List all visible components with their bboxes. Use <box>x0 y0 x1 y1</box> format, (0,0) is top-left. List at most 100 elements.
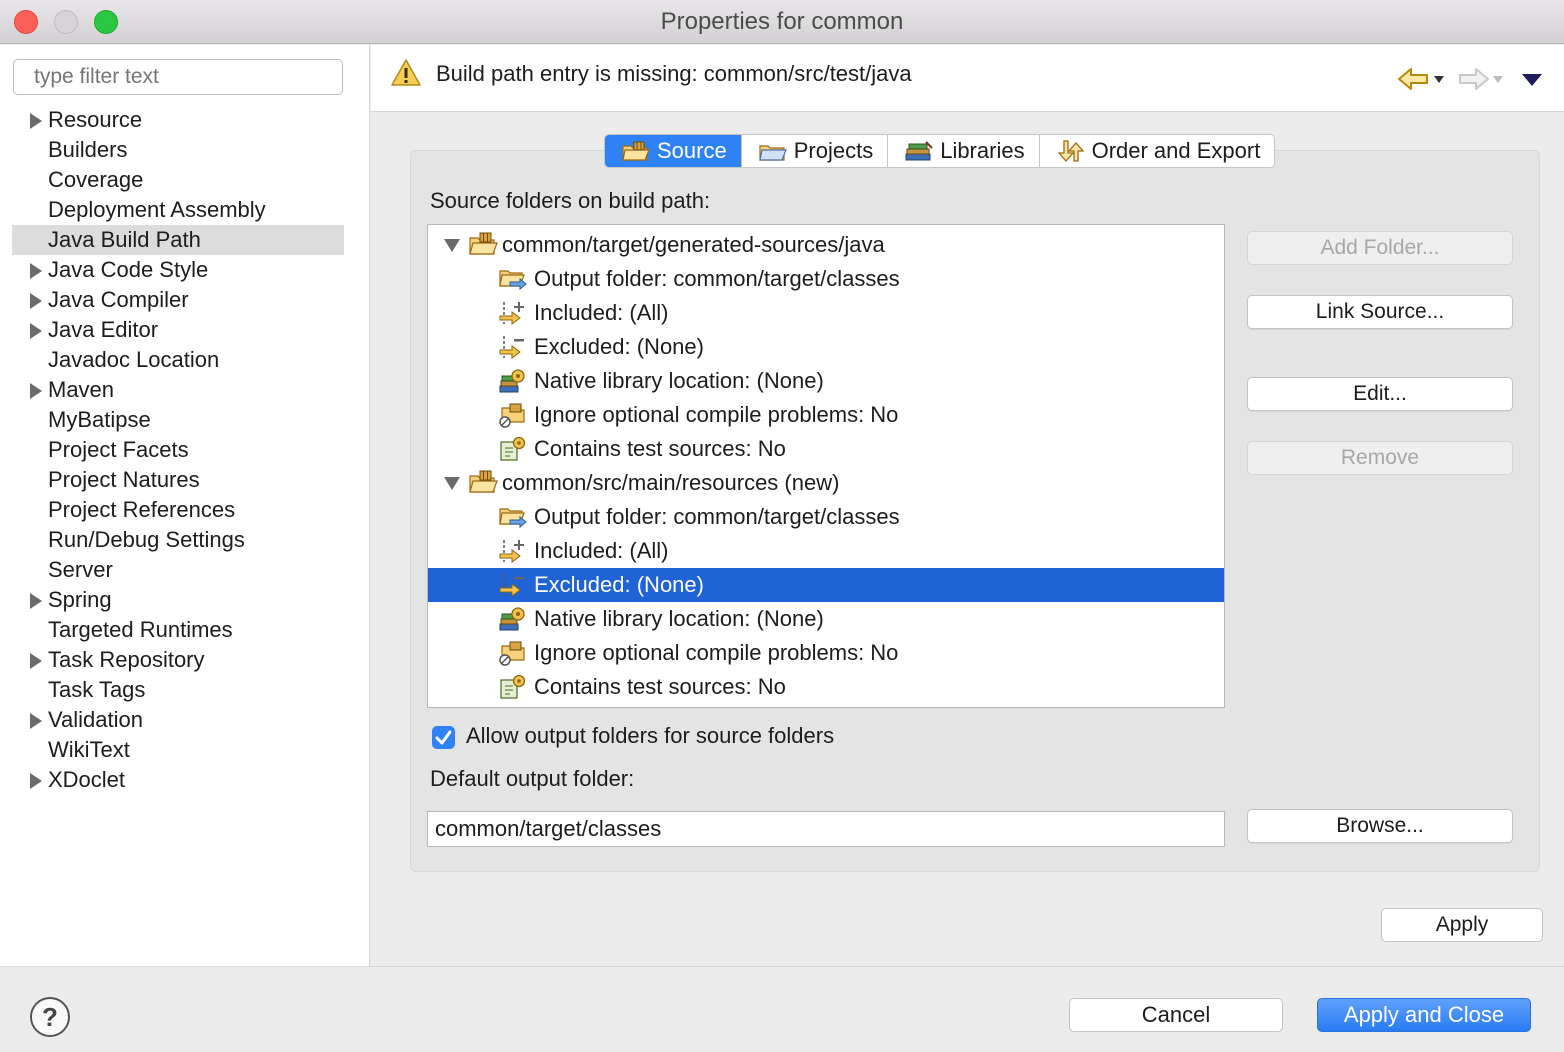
tree-attribute-row[interactable]: Contains test sources: No <box>428 432 1224 466</box>
sidebar-item[interactable]: Java Build Path <box>12 225 344 255</box>
tab-order-export-label: Order and Export <box>1091 138 1261 163</box>
tree-attribute-label: Contains test sources: No <box>534 436 786 461</box>
tree-attribute-row[interactable]: Native library location: (None) <box>428 364 1224 398</box>
tree-attribute-row[interactable]: Native library location: (None) <box>428 602 1224 636</box>
sidebar-item[interactable]: Coverage <box>12 165 344 195</box>
expand-triangle-icon[interactable] <box>30 113 42 129</box>
sidebar-item[interactable]: Resource <box>12 105 344 135</box>
expand-triangle-icon[interactable] <box>30 713 42 729</box>
tree-folder-row[interactable]: common/src/main/resources (new) <box>428 466 1224 500</box>
sidebar-item[interactable]: Project Facets <box>12 435 344 465</box>
tree-folder-row[interactable]: common/target/generated-sources/java <box>428 228 1224 262</box>
apply-button[interactable]: Apply <box>1381 908 1543 942</box>
tab-bar: Source Projects Libraries Order and Expo… <box>604 134 1276 168</box>
tree-attribute-row[interactable]: Ignore optional compile problems: No <box>428 398 1224 432</box>
tree-attribute-label: Excluded: (None) <box>534 334 704 359</box>
edit-button[interactable]: Edit... <box>1247 377 1513 411</box>
tree-attribute-row[interactable]: Included: (All) <box>428 534 1224 568</box>
tree-attribute-label: Ignore optional compile problems: No <box>534 402 899 427</box>
title-bar: Properties for common <box>0 0 1564 44</box>
source-folders-tree[interactable]: common/target/generated-sources/java Outp… <box>427 224 1225 708</box>
projects-icon <box>758 145 787 161</box>
sidebar-item[interactable]: Task Repository <box>12 645 344 675</box>
tab-source-label: Source <box>657 138 727 163</box>
sidebar-item[interactable]: WikiText <box>12 735 344 765</box>
sidebar-item-label: Java Editor <box>48 317 159 342</box>
link-source-button[interactable]: Link Source... <box>1247 295 1513 329</box>
sidebar-item[interactable]: Java Compiler <box>12 285 344 315</box>
tree-attribute-label: Output folder: common/target/classes <box>534 504 900 529</box>
filter-input[interactable] <box>13 59 343 95</box>
sidebar-item-label: Spring <box>48 587 112 612</box>
sidebar-item[interactable]: Project References <box>12 495 344 525</box>
expand-triangle-icon[interactable] <box>30 653 42 669</box>
expand-triangle-icon[interactable] <box>30 323 42 339</box>
forward-dropdown-icon <box>1493 76 1503 83</box>
sidebar-item[interactable]: Spring <box>12 585 344 615</box>
tree-attribute-label: Contains test sources: No <box>534 674 786 699</box>
collapse-triangle-icon[interactable] <box>444 239 460 252</box>
sidebar-item-label: Resource <box>48 107 143 132</box>
expand-triangle-icon[interactable] <box>30 263 42 279</box>
tree-attribute-row[interactable]: Ignore optional compile problems: No <box>428 636 1224 670</box>
sidebar-item-label: Coverage <box>48 167 144 192</box>
cancel-button[interactable]: Cancel <box>1069 998 1283 1032</box>
tree-attribute-row[interactable]: Contains test sources: No <box>428 670 1224 704</box>
sidebar-item-label: Targeted Runtimes <box>48 617 233 642</box>
dialog-footer: ? Cancel Apply and Close <box>0 966 1564 1052</box>
apply-and-close-button[interactable]: Apply and Close <box>1317 998 1531 1032</box>
allow-output-label[interactable]: Allow output folders for source folders <box>466 723 834 749</box>
sidebar-item[interactable]: MyBatipse <box>12 405 344 435</box>
sidebar-item[interactable]: Javadoc Location <box>12 345 344 375</box>
sidebar-item[interactable]: Project Natures <box>12 465 344 495</box>
expand-triangle-icon[interactable] <box>30 593 42 609</box>
tab-projects[interactable]: Projects <box>741 135 889 167</box>
expand-triangle-icon[interactable] <box>30 773 42 789</box>
tab-libraries[interactable]: Libraries <box>888 135 1040 167</box>
main-panel: Build path entry is missing: common/src/… <box>371 45 1564 966</box>
browse-button[interactable]: Browse... <box>1247 809 1513 843</box>
sidebar-item[interactable]: Deployment Assembly <box>12 195 344 225</box>
sidebar-item[interactable]: Java Editor <box>12 315 344 345</box>
sidebar-item-label: Task Tags <box>48 677 146 702</box>
sidebar-item[interactable]: Builders <box>12 135 344 165</box>
tab-source[interactable]: Source <box>605 135 742 167</box>
warning-icon <box>391 59 421 86</box>
tree-attribute-row[interactable]: Excluded: (None) <box>428 330 1224 364</box>
remove-button[interactable]: Remove <box>1247 441 1513 475</box>
back-arrow-icon[interactable] <box>1397 67 1429 91</box>
sidebar-item[interactable]: Validation <box>12 705 344 735</box>
tree-attribute-label: Included: (All) <box>534 300 669 325</box>
tree-attribute-row[interactable]: Excluded: (None) <box>428 568 1224 602</box>
add-folder-button[interactable]: Add Folder... <box>1247 231 1513 265</box>
sidebar-item-label: Deployment Assembly <box>48 197 266 222</box>
tree-attribute-row[interactable]: Output folder: common/target/classes <box>428 500 1224 534</box>
sidebar-item-label: MyBatipse <box>48 407 151 432</box>
sidebar-item[interactable]: Task Tags <box>12 675 344 705</box>
sidebar-item[interactable]: Java Code Style <box>12 255 344 285</box>
expand-triangle-icon[interactable] <box>30 293 42 309</box>
sidebar-nav: Resource Builders Coverage Deployment Assem… <box>12 105 344 795</box>
default-output-field[interactable]: common/target/classes <box>427 811 1225 847</box>
view-menu-icon[interactable] <box>1522 74 1542 86</box>
sidebar-item[interactable]: XDoclet <box>12 765 344 795</box>
message-header: Build path entry is missing: common/src/… <box>371 45 1564 112</box>
allow-output-checkbox[interactable] <box>432 726 455 749</box>
sidebar-item-label: Project References <box>48 497 236 522</box>
forward-arrow-icon[interactable] <box>1458 67 1490 91</box>
tree-attribute-label: Native library location: (None) <box>534 368 824 393</box>
collapse-triangle-icon[interactable] <box>444 477 460 490</box>
tab-order-export[interactable]: Order and Export <box>1039 135 1275 167</box>
tree-attribute-row[interactable]: Output folder: common/target/classes <box>428 262 1224 296</box>
expand-triangle-icon[interactable] <box>30 383 42 399</box>
sidebar-item[interactable]: Run/Debug Settings <box>12 525 344 555</box>
sidebar-item[interactable]: Targeted Runtimes <box>12 615 344 645</box>
sidebar-item[interactable]: Maven <box>12 375 344 405</box>
back-dropdown-icon[interactable] <box>1434 76 1444 83</box>
sidebar-item-label: Project Natures <box>48 467 200 492</box>
libraries-icon <box>905 141 933 161</box>
tree-attribute-row[interactable]: Included: (All) <box>428 296 1224 330</box>
sidebar-item[interactable]: Server <box>12 555 344 585</box>
help-icon[interactable]: ? <box>30 997 70 1037</box>
sidebar-item-label: Java Code Style <box>48 257 209 282</box>
